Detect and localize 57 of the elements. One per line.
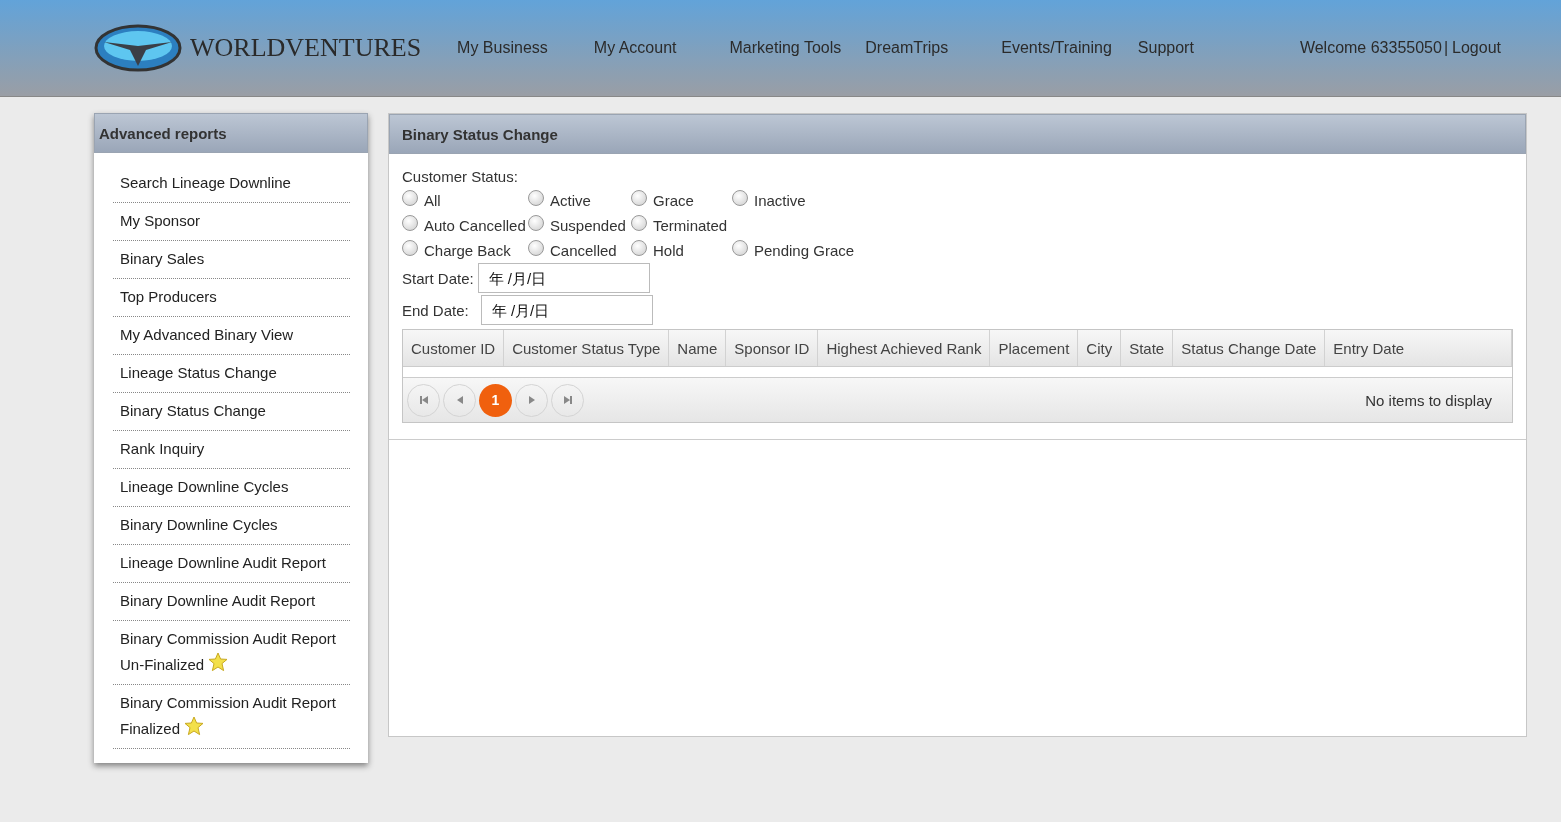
sidebar-link[interactable]: Binary Sales xyxy=(113,241,350,279)
status-radio[interactable]: Auto Cancelled xyxy=(402,217,528,234)
sidebar-link[interactable]: Binary Downline Cycles xyxy=(113,507,350,545)
sidebar-link[interactable]: Lineage Downline Audit Report xyxy=(113,545,350,583)
sidebar-link[interactable]: Top Producers xyxy=(113,279,350,317)
logout-link[interactable]: Logout xyxy=(1452,39,1501,57)
status-radio[interactable]: Terminated xyxy=(631,217,732,234)
logo-text: WORLDVENTURES xyxy=(190,33,422,63)
end-date-field[interactable]: 年 /月/日 xyxy=(480,295,653,325)
sidebar-link[interactable]: My Sponsor xyxy=(113,203,350,241)
panel-title: Binary Status Change xyxy=(402,125,558,143)
status-radio[interactable]: Grace xyxy=(631,192,732,209)
column-header[interactable]: Status Change Date xyxy=(1173,330,1326,366)
sidebar-link[interactable]: Rank Inquiry xyxy=(113,431,350,469)
logo-icon xyxy=(94,24,182,72)
start-date-field[interactable]: 年 /月/日 xyxy=(477,263,650,293)
sidebar-link[interactable]: Binary Commission Audit Report Un-Finalized xyxy=(113,621,350,685)
separator-text: | xyxy=(1443,39,1449,57)
skip-forward-icon xyxy=(562,395,573,405)
sidebar-link[interactable]: Lineage Downline Cycles xyxy=(113,469,350,507)
sidebar-link[interactable]: My Advanced Binary View xyxy=(113,317,350,355)
sidebar-link[interactable]: Binary Status Change xyxy=(113,393,350,431)
column-header[interactable]: Customer ID xyxy=(403,330,505,366)
sidebar-link[interactable]: Binary Commission Audit Report Finalized xyxy=(113,685,350,749)
status-radio[interactable]: Suspended xyxy=(528,217,631,234)
nav-link[interactable]: My Account xyxy=(593,39,677,57)
nav-link[interactable]: DreamTrips xyxy=(865,39,949,57)
column-header[interactable]: Entry Date xyxy=(1325,330,1512,366)
status-label: Customer Status: xyxy=(402,168,518,185)
status-radio[interactable]: All xyxy=(402,192,528,209)
status-radio[interactable]: Active xyxy=(528,192,631,209)
sidebar-title: Advanced reports xyxy=(99,124,227,142)
status-radio[interactable]: Cancelled xyxy=(528,242,631,259)
column-header[interactable]: Name xyxy=(669,330,727,366)
column-header[interactable]: Highest Achieved Rank xyxy=(818,330,991,366)
nav-link[interactable]: Marketing Tools xyxy=(729,39,842,57)
start-date-label: Start Date: xyxy=(402,269,474,287)
column-header[interactable]: State xyxy=(1121,330,1174,366)
triangle-right-icon xyxy=(526,395,537,405)
end-date-label: End Date: xyxy=(402,301,469,319)
nav-link[interactable]: Support xyxy=(1137,39,1194,57)
sidebar-link[interactable]: Search Lineage Downline xyxy=(113,165,350,203)
status-radio[interactable]: Pending Grace xyxy=(732,242,1513,259)
skip-back-icon xyxy=(418,395,429,405)
status-radio[interactable]: Hold xyxy=(631,242,732,259)
sidebar-link[interactable]: Binary Downline Audit Report xyxy=(113,583,350,621)
nav-link[interactable]: Events/Training xyxy=(1001,39,1112,57)
sidebar-link[interactable]: Lineage Status Change xyxy=(113,355,350,393)
status-radio[interactable]: Charge Back xyxy=(402,242,528,259)
column-header[interactable]: City xyxy=(1078,330,1122,366)
nav-link[interactable]: My Business xyxy=(457,39,548,57)
column-header[interactable]: Placement xyxy=(990,330,1079,366)
welcome-text: Welcome 63355050 xyxy=(1299,39,1442,57)
column-header[interactable]: Customer Status Type xyxy=(504,330,670,366)
pager-status: No items to display xyxy=(1365,391,1492,409)
status-radio[interactable]: Inactive xyxy=(732,192,1513,209)
column-header[interactable]: Sponsor ID xyxy=(726,330,819,366)
